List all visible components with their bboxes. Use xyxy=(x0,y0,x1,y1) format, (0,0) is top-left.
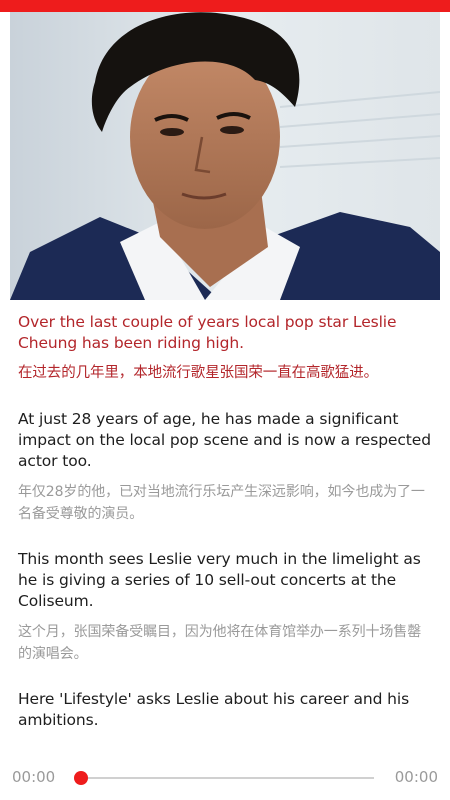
paragraph-2-english[interactable]: At just 28 years of age, he has made a s… xyxy=(18,409,434,472)
article-body: Over the last couple of years local pop … xyxy=(18,312,434,731)
paragraph-1-english[interactable]: Over the last couple of years local pop … xyxy=(18,312,434,354)
top-accent-bar xyxy=(0,0,450,12)
progress-track[interactable] xyxy=(80,777,374,779)
paragraph-1-chinese[interactable]: 在过去的几年里，本地流行歌星张国荣一直在高歌猛进。 xyxy=(18,362,434,384)
audio-player: 00:00 00:00 xyxy=(0,758,450,798)
paragraph-3-english[interactable]: This month sees Leslie very much in the … xyxy=(18,549,434,612)
total-time: 00:00 xyxy=(394,768,438,786)
progress-knob[interactable] xyxy=(74,771,88,785)
hero-photo xyxy=(10,12,440,300)
portrait-photo-icon xyxy=(10,12,440,300)
paragraph-3-chinese[interactable]: 这个月，张国荣备受瞩目，因为他将在体育馆举办一系列十场售罄的演唱会。 xyxy=(18,621,434,665)
paragraph-4-english[interactable]: Here 'Lifestyle' asks Leslie about his c… xyxy=(18,689,434,731)
paragraph-2-chinese[interactable]: 年仅28岁的他，已对当地流行乐坛产生深远影响，如今也成为了一名备受尊敬的演员。 xyxy=(18,481,434,525)
current-time: 00:00 xyxy=(12,768,56,786)
